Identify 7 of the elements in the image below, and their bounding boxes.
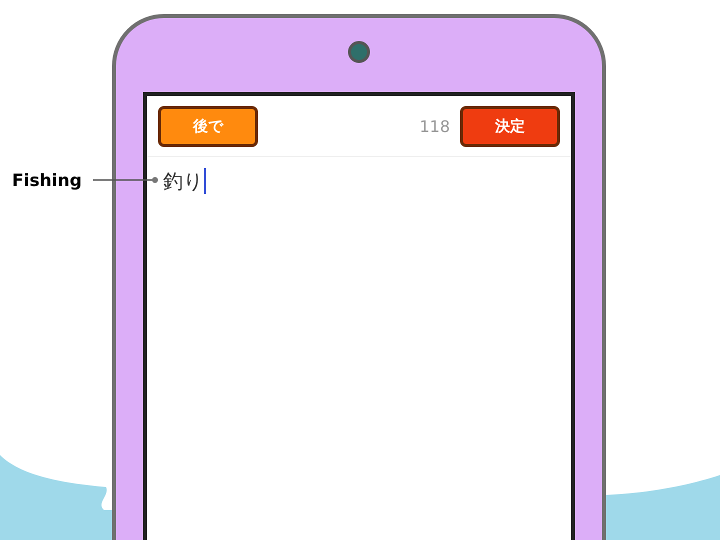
text-caret <box>204 168 206 194</box>
camera-icon <box>348 41 370 63</box>
character-count: 118 <box>419 116 450 138</box>
text-input[interactable]: 釣り <box>147 157 571 197</box>
callout-label: Fishing <box>12 170 82 193</box>
confirm-button[interactable]: 決定 <box>460 106 560 147</box>
later-button[interactable]: 後で <box>158 106 258 147</box>
